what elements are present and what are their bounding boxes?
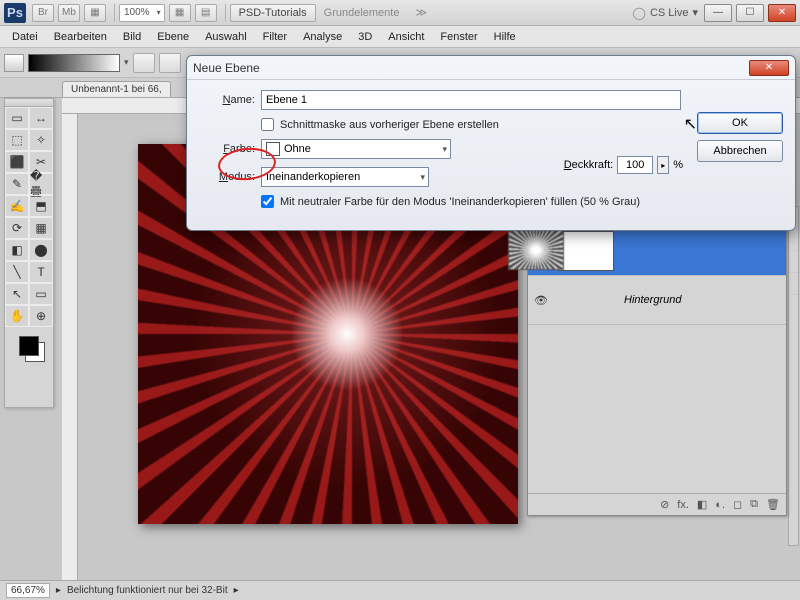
deckkraft-input[interactable] [617,156,653,174]
menu-3d[interactable]: 3D [350,31,380,43]
tool-brush[interactable]: ✍ [5,195,29,217]
statusbar: 66,67% ▸ Belichtung funktioniert nur bei… [0,580,800,600]
neutral-fill-label: Mit neutraler Farbe für den Modus 'Inein… [280,196,640,208]
group-icon[interactable]: ◻ [733,498,742,511]
layer-name: Hintergrund [624,294,681,306]
arrange-button[interactable]: ▦ [169,4,191,22]
layer-row-selected[interactable] [528,227,786,276]
zoom-field[interactable]: 66,67% [6,583,50,598]
tool-stamp[interactable]: ⬒ [29,195,53,217]
menu-bearbeiten[interactable]: Bearbeiten [46,31,115,43]
menu-hilfe[interactable]: Hilfe [486,31,524,43]
new-layer-dialog: Neue Ebene ✕ OK Abbrechen Name: Schnittm… [186,55,796,231]
tool-blur[interactable]: ⬤ [29,239,53,261]
layers-footer: ⊘ fx. ◧ ◐. ◻ ⧉ 🗑 [528,493,786,515]
tool-pen[interactable]: ╲ [5,261,29,283]
status-arrow[interactable]: ▸ [56,585,61,596]
window-minimize[interactable]: — [704,4,732,22]
layer-thumb[interactable] [508,230,564,270]
layer-thumb[interactable] [558,231,614,271]
gradient-linear-icon[interactable] [133,53,155,73]
layer-row-background[interactable]: 👁 Hintergrund [528,276,786,325]
tool-lasso[interactable]: ⬚ [5,129,29,151]
tool-history[interactable]: ⟳ [5,217,29,239]
color-swatch[interactable] [5,327,53,365]
tool-heal[interactable]: �疊 [29,173,53,195]
tool-wand[interactable]: ✧ [29,129,53,151]
visibility-icon[interactable]: 👁 [534,294,548,307]
cslive-button[interactable]: CS Live ▾ [633,6,699,20]
tool-crop[interactable]: ⬛ [5,151,29,173]
farbe-label: Farbe: [199,143,255,155]
neutral-fill-checkbox[interactable] [261,195,274,208]
farbe-select[interactable]: Ohne [261,139,451,159]
minibridge-button[interactable]: Mb [58,4,80,22]
menu-ansicht[interactable]: Ansicht [380,31,432,43]
tool-marquee[interactable]: ↔ [29,107,53,129]
zoom-combo[interactable]: 100% [119,4,165,22]
gradient-preview[interactable] [28,54,120,72]
trash-icon[interactable]: 🗑 [766,498,780,511]
adjust-icon[interactable]: ◐. [715,499,725,511]
menu-ebene[interactable]: Ebene [149,31,197,43]
ruler-vertical [62,114,78,580]
workspace-tab-active[interactable]: PSD-Tutorials [230,4,316,22]
percent-label: % [673,159,683,171]
deckkraft-spinner[interactable]: ▸ [657,156,669,174]
document-tab[interactable]: Unbenannt-1 bei 66, [62,81,171,97]
tool-preset-icon[interactable] [4,54,24,72]
link-icon[interactable]: ⊘ [660,498,669,511]
workspace-more[interactable]: ≫ [407,4,435,22]
menu-auswahl[interactable]: Auswahl [197,31,255,43]
fx-icon[interactable]: fx. [677,499,689,511]
deckkraft-label: Deckkraft: [564,159,614,171]
tool-path[interactable]: ↖ [5,283,29,305]
name-label: Name: [199,94,255,106]
workspace-tab-other[interactable]: Grundelemente [316,4,408,22]
fg-color-icon[interactable] [19,336,39,356]
tool-eraser[interactable]: ▦ [29,217,53,239]
tool-move[interactable]: ▭ [5,107,29,129]
status-message: Belichtung funktioniert nur bei 32-Bit [67,585,228,596]
menubar: Datei Bearbeiten Bild Ebene Auswahl Filt… [0,26,800,48]
cancel-button[interactable]: Abbrechen [697,140,783,162]
newlayer-icon[interactable]: ⧉ [750,498,758,511]
dialog-titlebar[interactable]: Neue Ebene ✕ [187,56,795,80]
toolbox: ▭ ↔ ⬚ ✧ ⬛ ✂ ✎ �疊 ✍ ⬒ ⟳ ▦ ◧ ⬤ ╲ T ↖ ▭ ✋ ⊕ [4,98,54,408]
clipmask-checkbox[interactable] [261,118,274,131]
window-close[interactable]: ✕ [768,4,796,22]
modus-select[interactable]: Ineinanderkopieren [261,167,429,187]
dialog-close-button[interactable]: ✕ [749,60,789,76]
menu-filter[interactable]: Filter [255,31,295,43]
clipmask-label: Schnittmaske aus vorheriger Ebene erstel… [280,119,499,131]
dialog-title: Neue Ebene [193,61,260,75]
status-arrow2[interactable]: ▸ [234,585,239,596]
screenmode-button[interactable]: ▤ [195,4,217,22]
modus-label: Modus: [199,171,255,183]
bridge-button[interactable]: Br [32,4,54,22]
extras-button[interactable]: ▦ [84,4,106,22]
menu-analyse[interactable]: Analyse [295,31,350,43]
tool-hand[interactable]: ✋ [5,305,29,327]
mask-icon[interactable]: ◧ [697,498,707,511]
app-logo: Ps [4,3,26,23]
layers-panel: 👁 Hintergrund ⊘ fx. ◧ ◐. ◻ ⧉ 🗑 [527,226,787,516]
menu-bild[interactable]: Bild [115,31,149,43]
tool-eyedrop[interactable]: ✎ [5,173,29,195]
ok-button[interactable]: OK [697,112,783,134]
panel-strip[interactable] [788,206,799,546]
tool-type[interactable]: T [29,261,53,283]
window-maximize[interactable]: ☐ [736,4,764,22]
tool-shape[interactable]: ▭ [29,283,53,305]
name-input[interactable] [261,90,681,110]
tool-zoom[interactable]: ⊕ [29,305,53,327]
gradient-radial-icon[interactable] [159,53,181,73]
menu-datei[interactable]: Datei [4,31,46,43]
tool-gradient[interactable]: ◧ [5,239,29,261]
titlebar: Ps Br Mb ▦ 100% ▦ ▤ PSD-Tutorials Grunde… [0,0,800,26]
menu-fenster[interactable]: Fenster [432,31,485,43]
